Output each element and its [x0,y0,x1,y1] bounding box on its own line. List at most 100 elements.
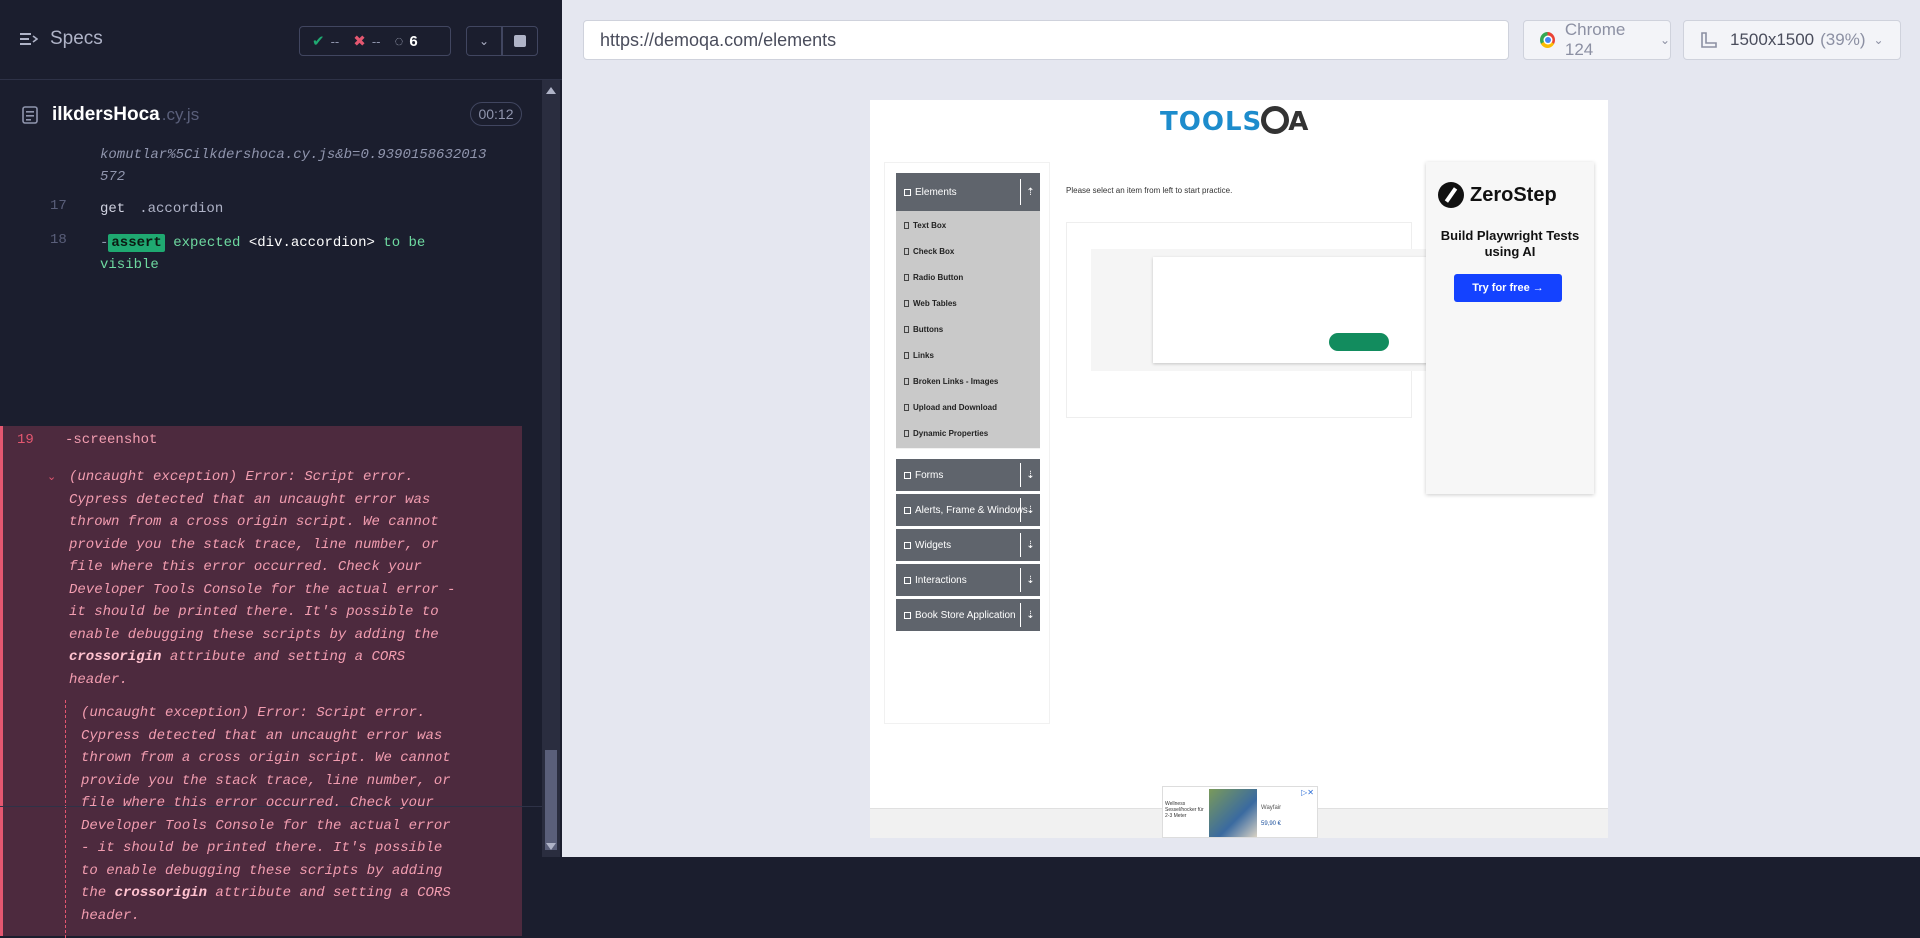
bottom-ad-image [1209,789,1257,837]
expand-icon: ⇣ [1020,603,1040,627]
nested-error: (uncaught exception) Error: Script error… [65,700,487,938]
item-icon [904,430,909,437]
group-widgets[interactable]: Widgets ⇣ [896,529,1040,561]
assert-text: visible [100,257,159,273]
error-line: attribute and setting a CORS [161,649,406,665]
scroll-up-icon[interactable] [546,87,556,94]
ad-brand-name: ZeroStep [1470,183,1557,206]
item-label: Broken Links - Images [913,377,999,386]
test-stats: ✔ -- ✖ -- ◌ 6 [299,26,451,56]
browser-name: Chrome 124 [1564,20,1626,59]
chrome-icon [1540,32,1555,48]
passed-count: -- [330,33,340,49]
spec-file-ext: .cy.js [161,105,200,124]
browser-selector[interactable]: Chrome 124 ⌄ [1523,20,1671,60]
error-line: attribute and setting a CORS [207,885,451,901]
error-line: Developer Tools Console for the actual e… [69,581,456,598]
specs-list-icon [20,33,38,45]
group-label: Alerts, Frame & Windows [915,504,1028,516]
bottom-ad-brand: Wayfair [1261,805,1282,811]
group-label: Interactions [915,574,967,586]
item-label: Buttons [913,325,944,334]
demo-card [1066,222,1433,418]
viewport-size: 1500x1500 [1730,30,1815,49]
check-icon: ✔ [312,33,325,50]
pending-count: 6 [409,32,418,50]
error-line: enable debugging these scripts by adding… [69,626,439,643]
chevron-down-icon[interactable]: ⌄ [47,470,56,484]
command-number: 17 [50,198,67,214]
cypress-reporter: Specs ✔ -- ✖ -- ◌ 6 ⌄ ilkdersHoca .cy.js 00… [0,0,562,938]
window-icon [904,506,911,514]
ad-tagline: Build Playwright Tests using AI [1440,228,1580,259]
error-line: Developer Tools Console for the actual e… [81,817,451,834]
group-alerts[interactable]: Alerts, Frame & Windows ⇣ [896,494,1040,526]
demo-button[interactable] [1329,333,1389,351]
zerostep-ad[interactable]: ZeroStep Build Playwright Tests using AI… [1426,162,1594,494]
command-number: 19 [17,432,34,448]
log-scrollbar[interactable] [542,80,560,857]
x-icon: ✖ [353,33,366,50]
ad-cta-button[interactable]: Try for free → [1454,274,1562,302]
error-line: (uncaught exception) Error: Script error… [81,705,426,721]
error-line: the [81,885,115,901]
specs-button[interactable]: Specs [20,28,103,50]
bottom-ad[interactable]: Wellness Sessel/hocker für 2-3 Meter Way… [1162,786,1318,838]
chevron-down-button[interactable]: ⌄ [466,26,502,56]
expand-icon: ⇣ [1020,533,1040,557]
error-line: (uncaught exception) Error: Script error… [69,469,414,485]
reporter-header: Specs ✔ -- ✖ -- ◌ 6 ⌄ [0,0,562,80]
group-forms[interactable]: Forms ⇣ [896,459,1040,491]
error-line: header. [69,671,128,688]
specs-label: Specs [50,28,103,49]
duration-badge: 00:12 [470,102,522,126]
error-line: Cypress detected that an uncaught error … [81,727,443,744]
demo-inner [1091,249,1433,371]
scroll-thumb[interactable] [545,750,557,850]
truncated-url: komutlar%5Cilkdershoca.cy.js&b=0.9390158… [100,144,520,188]
error-line: to enable debugging these scripts by add… [81,862,443,879]
gear-icon [1261,106,1290,134]
item-icon [904,274,909,281]
assert-badge: assert [108,234,165,252]
command-title-text: screenshot [73,432,158,448]
pending-icon: ◌ [394,32,404,50]
group-label: Forms [915,469,944,481]
url-bar[interactable]: https://demoqa.com/elements [583,20,1509,60]
error-line: thrown from a cross origin script. We ca… [69,514,439,530]
ruler-icon [1701,32,1717,48]
assert-text: to be [383,235,426,251]
bottom-ad-text: Wellness Sessel/hocker für 2-3 Meter [1165,801,1204,819]
group-label: Elements [915,186,957,198]
error-line: file where this error occurred. Check yo… [69,559,422,575]
error-command-block[interactable]: 19 -screenshot ⌄ (uncaught exception) Er… [0,426,522,938]
group-elements[interactable]: Elements ⇡ [896,173,1040,211]
spec-file-row[interactable]: ilkdersHoca .cy.js 00:12 [0,96,522,134]
scroll-down-icon[interactable] [546,843,556,850]
expand-icon: ⇣ [1020,568,1040,592]
expand-icon: ⇣ [1020,463,1040,487]
collapse-icon: ⇡ [1020,179,1040,205]
group-book-store[interactable]: Book Store Application ⇣ [896,599,1040,631]
assert-subject: <div.accordion> [248,235,375,251]
item-dynamic-properties[interactable]: Dynamic Properties [896,419,1040,449]
demo-panel [1153,257,1433,363]
viewport-selector[interactable]: 1500x1500 (39%) ⌄ [1683,20,1901,60]
group-interactions[interactable]: Interactions ⇣ [896,564,1040,596]
item-icon [904,378,909,385]
ad-close-icon[interactable]: ▷✕ [1301,788,1314,797]
item-icon [904,326,909,333]
error-keyword: crossorigin [114,885,208,901]
ad-brand: ZeroStep [1438,182,1557,208]
spec-file-name: ilkdersHoca [52,104,160,125]
item-icon [904,222,909,229]
item-label: Text Box [913,221,947,230]
command-number: 18 [50,232,67,248]
error-message: (uncaught exception) Error: Script error… [69,466,479,691]
expand-icon: ⇣ [1020,498,1040,522]
stop-icon [514,35,526,47]
stop-button[interactable] [502,26,538,56]
error-line: provide you the stack trace, line number… [69,536,439,553]
item-label: Links [913,351,934,360]
toolsqa-logo[interactable]: TOOLS A [1160,106,1309,137]
